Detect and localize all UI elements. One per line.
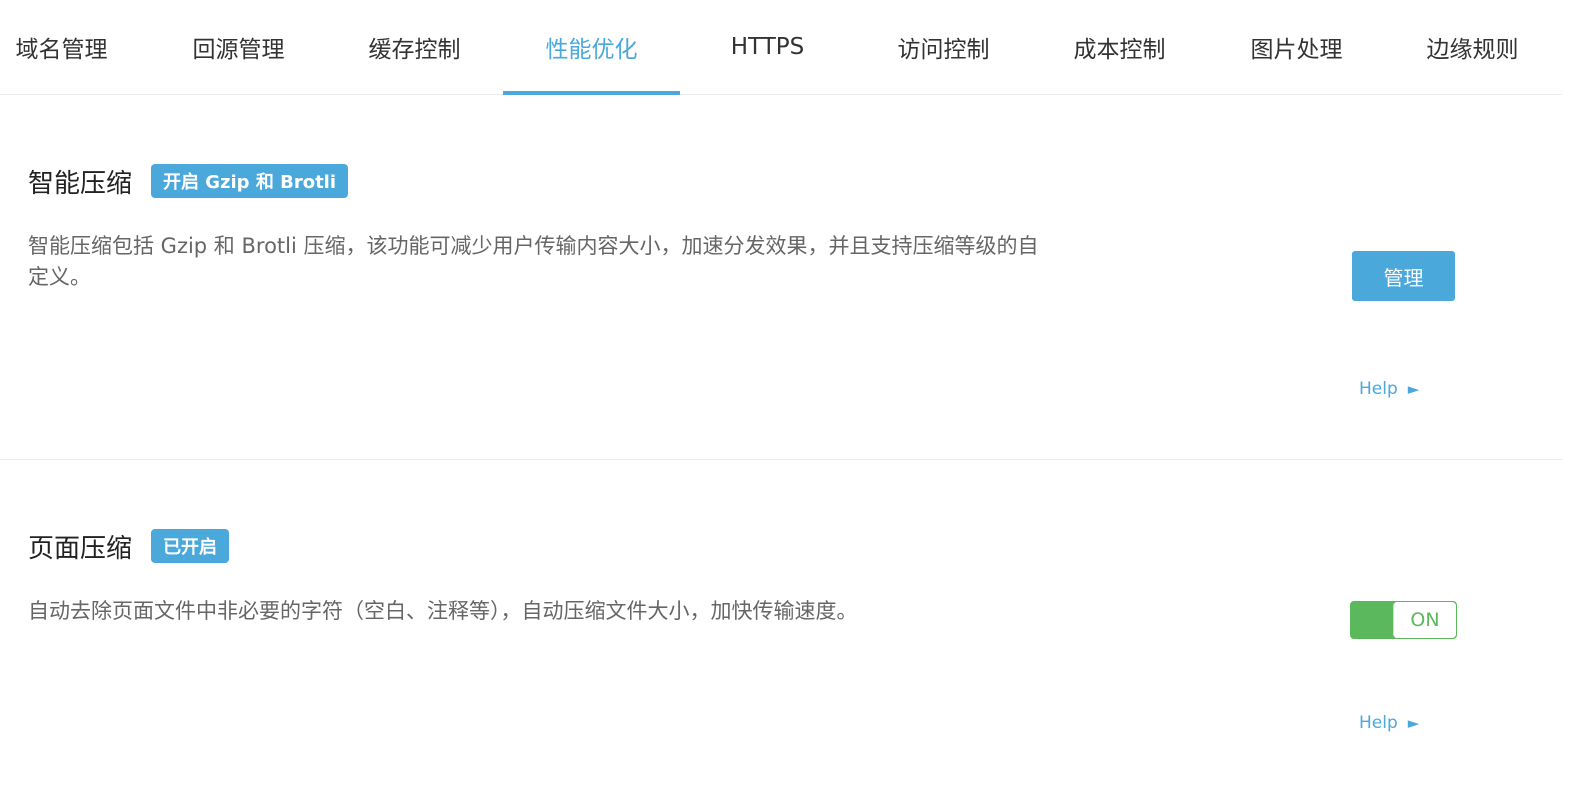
page-compression-section: 页面压缩 已开启 自动去除页面文件中非必要的字符（空白、注释等），自动压缩文件大…: [0, 460, 1562, 790]
smart-compression-help-link[interactable]: Help ►: [1359, 379, 1419, 399]
performance-settings-page: 域名管理 回源管理 缓存控制 性能优化 HTTPS 访问控制 成本控制 图片处理…: [0, 0, 1580, 790]
toggle-on-label: ON: [1393, 602, 1456, 638]
tab-cost-control[interactable]: 成本控制: [1031, 0, 1208, 94]
tab-image-processing[interactable]: 图片处理: [1208, 0, 1385, 94]
triangle-right-icon: ►: [1407, 380, 1420, 398]
smart-compression-status-badge: 开启 Gzip 和 Brotli: [151, 164, 349, 198]
tab-edge-rules[interactable]: 边缘规则: [1384, 0, 1561, 94]
smart-compression-title: 智能压缩: [28, 169, 133, 199]
tab-performance-optimization[interactable]: 性能优化: [503, 0, 680, 95]
tab-https[interactable]: HTTPS: [679, 0, 856, 94]
page-compression-help-link[interactable]: Help ►: [1359, 713, 1419, 733]
tab-domain-management[interactable]: 域名管理: [0, 0, 150, 94]
triangle-right-icon: ►: [1407, 714, 1420, 732]
tab-bar: 域名管理 回源管理 缓存控制 性能优化 HTTPS 访问控制 成本控制 图片处理…: [0, 0, 1562, 95]
tab-access-control[interactable]: 访问控制: [855, 0, 1032, 94]
help-label: Help: [1359, 713, 1398, 733]
help-label: Help: [1359, 379, 1398, 399]
smart-compression-description: 智能压缩包括 Gzip 和 Brotli 压缩，该功能可减少用户传输内容大小，加…: [28, 234, 1039, 289]
page-compression-title: 页面压缩: [28, 534, 133, 564]
tab-cache-control[interactable]: 缓存控制: [326, 0, 503, 94]
page-compression-status-badge: 已开启: [151, 529, 229, 563]
smart-compression-section: 智能压缩 开启 Gzip 和 Brotli 智能压缩包括 Gzip 和 Brot…: [0, 95, 1562, 460]
tab-origin-management[interactable]: 回源管理: [150, 0, 327, 94]
page-compression-description: 自动去除页面文件中非必要的字符（空白、注释等），自动压缩文件大小，加快传输速度。: [28, 599, 858, 623]
manage-button[interactable]: 管理: [1352, 251, 1455, 301]
page-compression-toggle[interactable]: ON: [1350, 601, 1457, 639]
